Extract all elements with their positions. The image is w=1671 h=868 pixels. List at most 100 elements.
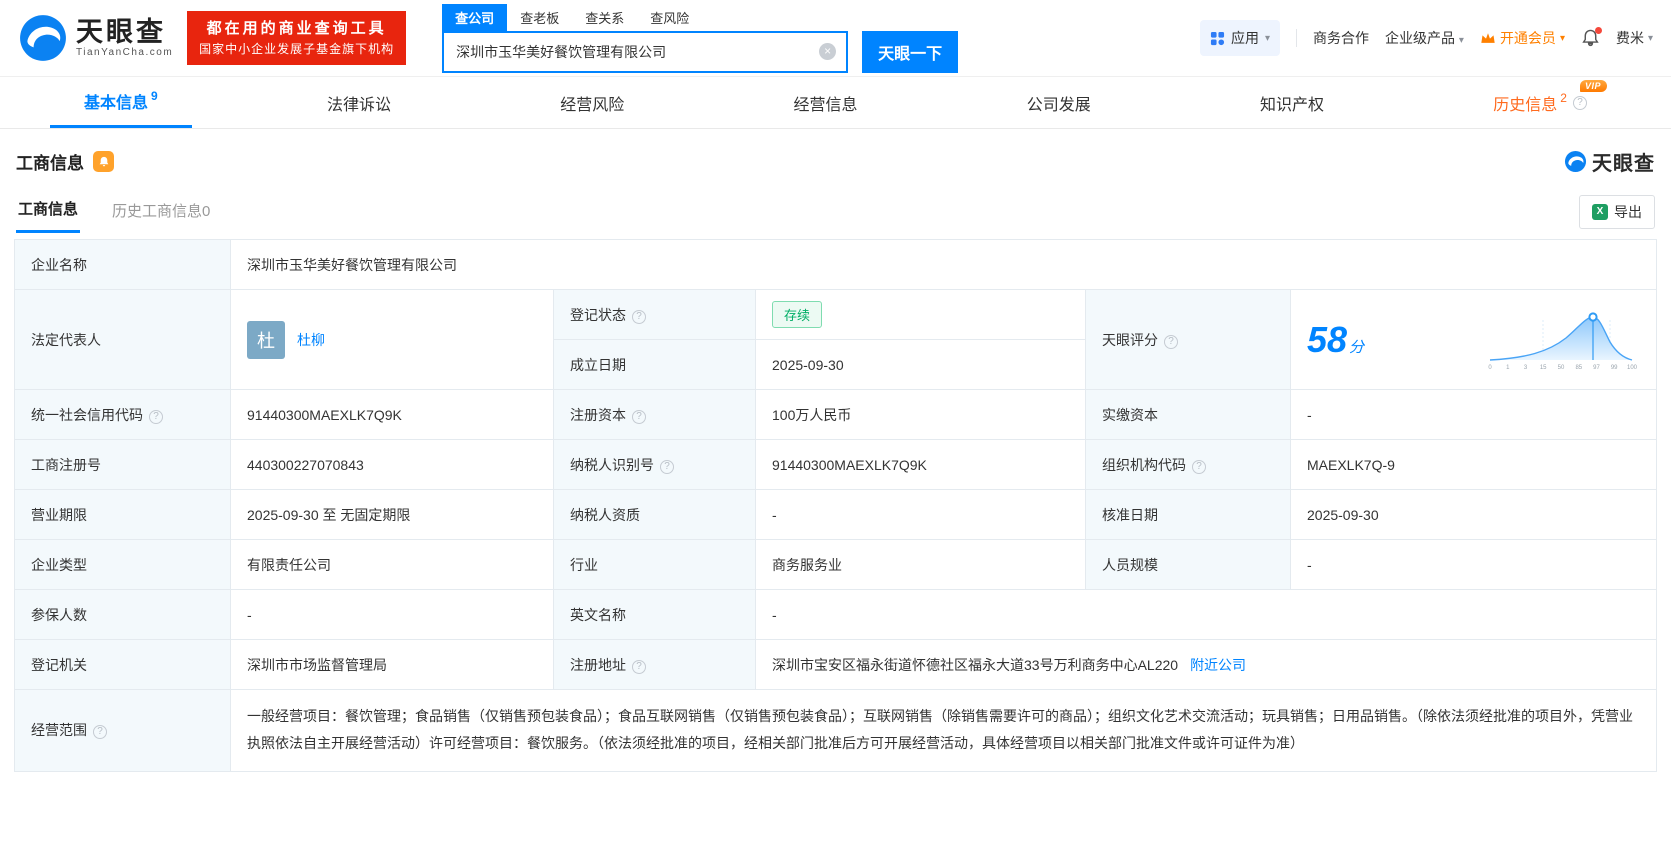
tab-legal-litigation[interactable]: 法律诉讼 [293,77,425,128]
bell-icon [99,156,108,166]
chevron-down-icon: ▾ [1264,32,1271,44]
vip-badge: VIP [1579,80,1607,92]
tab-label: 知识产权 [1260,96,1325,114]
field-label-establish-date: 成立日期 [553,339,756,390]
field-label-text: 注册地址 [570,656,626,673]
business-cooperation-link[interactable]: 商务合作 [1313,28,1369,48]
score-axis-tick: 85 [1575,365,1582,371]
table-row: 登记机关 深圳市市场监督管理局 注册地址? 深圳市宝安区福永街道怀德社区福永大道… [14,639,1657,690]
tab-label: 法律诉讼 [326,96,391,114]
field-label-paid-capital: 实缴资本 [1085,389,1291,440]
nearby-company-link[interactable]: 附近公司 [1190,657,1246,673]
vip-membership-link[interactable]: 开通会员 ▾ [1480,28,1565,48]
score-axis-tick: 3 [1524,365,1528,371]
tab-company-development[interactable]: 公司发展 [993,77,1125,128]
field-value-reg-number: 440300227070843 [230,439,554,490]
field-label-text: 参保人数 [31,606,87,623]
apps-grid-icon [1210,31,1225,45]
tab-intellectual-property[interactable]: 知识产权 [1226,77,1358,128]
search-area: 查公司 查老板 查关系 查风险 × 天眼一下 [442,3,959,73]
help-icon[interactable]: ? [632,659,646,674]
field-label-text: 英文名称 [570,606,626,623]
tab-label: 经营信息 [793,96,858,114]
search-tab-relation[interactable]: 查关系 [572,4,637,31]
score-unit: 分 [1349,338,1365,356]
field-label-reg-status: 登记状态? [553,289,756,340]
enterprise-product-label: 企业级产品 [1385,30,1456,46]
divider [1296,29,1298,47]
tab-basic-info[interactable]: 基本信息 9 [50,77,192,128]
subtab-business-info[interactable]: 工商信息 [16,190,81,233]
promo-banner: 都在用的商业查询工具 国家中小企业发展子基金旗下机构 [187,10,407,66]
help-icon[interactable]: ? [93,725,107,740]
username: 费米 [1615,30,1644,46]
main-tab-bar: 基本信息 9 法律诉讼 经营风险 经营信息 公司发展 知识产权 VIP 历史信息 2… [0,76,1671,129]
field-label-industry: 行业 [553,539,756,590]
header-nav: 应用 ▾ 商务合作 企业级产品 ▾ 开通会员 ▾ 费米 ▾ [1199,20,1653,56]
help-icon[interactable]: ? [632,309,646,324]
help-icon[interactable]: ? [632,409,646,424]
apps-menu-label: 应用 [1230,30,1259,46]
help-icon[interactable]: ? [1572,95,1587,110]
search-tab-company[interactable]: 查公司 [442,3,508,31]
field-value-establish-date: 2025-09-30 [755,339,1086,390]
status-badge: 存续 [772,301,823,328]
apps-menu-button[interactable]: 应用 ▾ [1199,20,1281,56]
clear-search-icon[interactable]: × [819,43,837,60]
search-input[interactable] [444,43,820,60]
subscribe-bell-button[interactable] [93,151,114,172]
help-icon[interactable]: ? [1192,459,1206,474]
logo-subtitle: TianYanCha.com [76,46,174,58]
tab-operation-info[interactable]: 经营信息 [759,77,891,128]
legal-rep: 杜 杜柳 [247,320,537,359]
field-label-text: 组织机构代码 [1102,456,1186,473]
score-axis-tick: 15 [1540,365,1547,371]
field-label-org-code: 组织机构代码? [1085,439,1291,490]
help-icon[interactable]: ? [149,409,163,424]
field-label-text: 经营范围 [31,722,87,739]
legal-rep-link[interactable]: 杜柳 [297,330,325,350]
field-value-legal-rep: 杜 杜柳 [230,289,554,390]
help-icon[interactable]: ? [660,459,674,474]
score-value: 58 [1307,318,1348,360]
tab-operation-risk[interactable]: 经营风险 [526,77,658,128]
field-value-credit-code: 91440300MAEXLK7Q9K [230,389,554,440]
table-row: 营业期限 2025-09-30 至 无固定期限 纳税人资质 - 核准日期 202… [14,489,1657,540]
vip-membership-label: 开通会员 [1499,30,1556,46]
field-label-text: 登记机关 [31,656,87,673]
search-button[interactable]: 天眼一下 [862,30,959,73]
field-value-taxpayer-quality: - [755,489,1086,540]
legal-rep-avatar[interactable]: 杜 [247,320,285,359]
enterprise-product-link[interactable]: 企业级产品 ▾ [1385,28,1464,48]
subtab-bar: 工商信息 历史工商信息0 X 导出 [0,186,1671,233]
field-label-taxpayer-id: 纳税人识别号? [553,439,756,490]
field-label-business-scope: 经营范围? [14,689,231,772]
subtab-history-business-info[interactable]: 历史工商信息0 [110,192,212,232]
field-value-taxpayer-id: 91440300MAEXLK7Q9K [755,439,1086,490]
user-menu[interactable]: 费米 ▾ [1616,28,1653,48]
field-label-text: 统一社会信用代码 [31,406,143,423]
search-tab-risk[interactable]: 查风险 [637,4,702,31]
table-row: 参保人数 - 英文名称 - [14,589,1657,640]
search-tabs: 查公司 查老板 查关系 查风险 [442,3,958,31]
tab-label: 经营风险 [560,96,625,114]
tab-label: 历史信息 [1493,96,1558,114]
field-label-text: 营业期限 [31,506,87,523]
score-widget[interactable]: 58 分 0 1 3 15 50 85 97 99 100 [1307,308,1640,372]
field-label-text: 工商注册号 [31,456,101,473]
search-tab-boss[interactable]: 查老板 [507,4,572,31]
export-button[interactable]: X 导出 [1579,194,1655,229]
tab-history-info[interactable]: VIP 历史信息 2 ? [1459,77,1621,128]
field-label-text: 企业类型 [31,556,87,573]
score-axis-tick: 1 [1506,365,1510,371]
field-value-paid-capital: - [1290,389,1657,440]
field-value-reg-status: 存续 [755,289,1086,340]
help-icon[interactable]: ? [1164,334,1178,349]
notification-bell-button[interactable] [1581,26,1602,48]
tianyancha-logo[interactable]: 天眼查 TianYanCha.com [18,13,173,63]
excel-icon: X [1592,203,1608,220]
field-label-text: 登记状态 [570,306,626,323]
brand-name: 天眼查 [1592,153,1655,175]
score-number: 58 分 [1307,319,1364,361]
field-value-reg-address: 深圳市宝安区福永街道怀德社区福永大道33号万利商务中心AL220 附近公司 [755,639,1657,690]
